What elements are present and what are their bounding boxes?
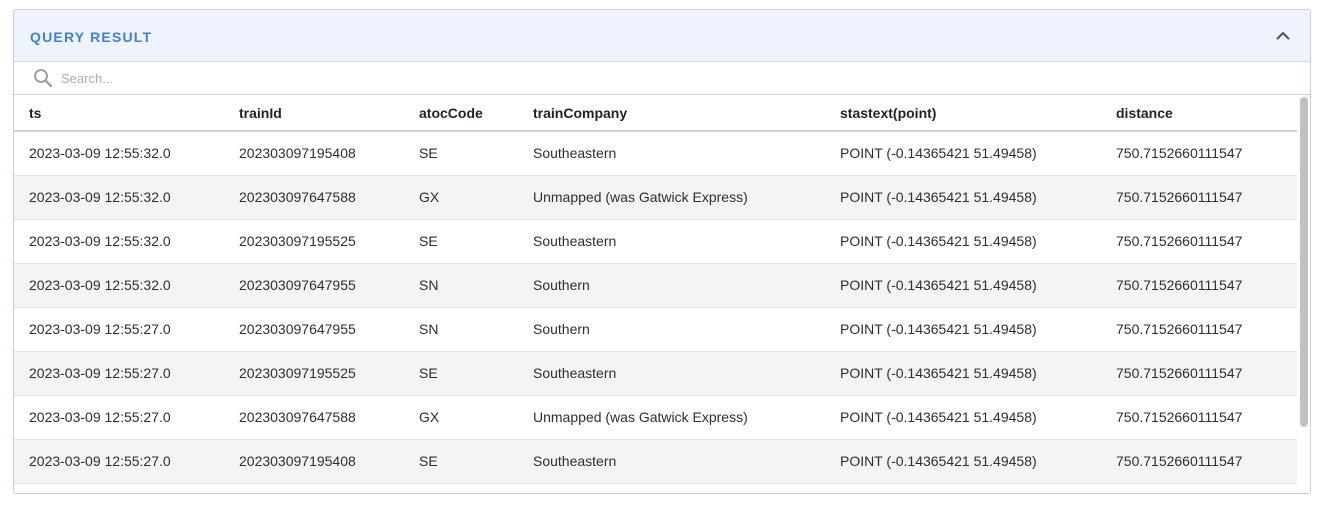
search-icon — [33, 68, 53, 88]
cell-traincompany: Southeastern — [518, 131, 825, 176]
table-row[interactable]: 2023-03-09 12:55:27.0 202303097647588 GX… — [14, 395, 1297, 440]
column-header-trainid[interactable]: trainId — [224, 95, 404, 132]
table-row[interactable]: 2023-03-09 12:55:32.0 202303097195408 SE… — [14, 131, 1297, 176]
cell-trainid: 202303097647588 — [224, 395, 404, 440]
table-row[interactable]: 2023-03-09 12:55:27.0 202303097195408 SE… — [14, 439, 1297, 484]
search-bar — [14, 62, 1310, 95]
cell-distance: 750.7152660111547 — [1101, 439, 1297, 484]
cell-atoccode: SE — [404, 219, 518, 264]
cell-trainid: 202303097647955 — [224, 263, 404, 308]
cell-atoccode: SE — [404, 131, 518, 176]
query-result-panel: QUERY RESULT Search... ts trainId atocCo… — [13, 9, 1311, 494]
cell-distance: 750.7152660111547 — [1101, 395, 1297, 440]
cell-atoccode: SN — [404, 263, 518, 308]
cell-stastext-point: POINT (-0.14365421 51.49458) — [825, 131, 1101, 176]
cell-trainid: 202303097647588 — [224, 175, 404, 220]
cell-trainid: 202303097195525 — [224, 219, 404, 264]
cell-trainid: 202303097647955 — [224, 307, 404, 352]
cell-atoccode: SN — [404, 307, 518, 352]
chevron-up-icon — [1276, 32, 1290, 40]
cell-distance: 750.7152660111547 — [1101, 131, 1297, 176]
table-row[interactable]: 2023-03-09 12:55:27.0 202303097195525 SE… — [14, 351, 1297, 396]
cell-ts: 2023-03-09 12:55:32.0 — [14, 131, 224, 176]
panel-title: QUERY RESULT — [30, 28, 153, 45]
cell-stastext-point: POINT (-0.14365421 51.49458) — [825, 263, 1101, 308]
table-header-row: ts trainId atocCode trainCompany stastex… — [14, 95, 1297, 132]
column-header-ts[interactable]: ts — [14, 95, 224, 132]
cell-ts: 2023-03-09 12:55:27.0 — [14, 307, 224, 352]
cell-distance: 750.7152660111547 — [1101, 263, 1297, 308]
panel-header[interactable]: QUERY RESULT — [14, 10, 1310, 62]
search-input[interactable] — [61, 70, 461, 86]
cell-traincompany: Southeastern — [518, 219, 825, 264]
cell-distance: 750.7152660111547 — [1101, 219, 1297, 264]
cell-distance: 750.7152660111547 — [1101, 351, 1297, 396]
cell-atoccode: GX — [404, 175, 518, 220]
cell-ts: 2023-03-09 12:55:27.0 — [14, 395, 224, 440]
cell-distance: 750.7152660111547 — [1101, 307, 1297, 352]
cell-atoccode: GX — [404, 395, 518, 440]
cell-distance: 750.7152660111547 — [1101, 175, 1297, 220]
cell-ts: 2023-03-09 12:55:32.0 — [14, 219, 224, 264]
results-table-container: ts trainId atocCode trainCompany stastex… — [14, 95, 1310, 493]
column-header-distance[interactable]: distance — [1101, 95, 1297, 132]
cell-ts: 2023-03-09 12:55:32.0 — [14, 263, 224, 308]
cell-traincompany: Southeastern — [518, 351, 825, 396]
column-header-atoccode[interactable]: atocCode — [404, 95, 518, 132]
table-row[interactable]: 2023-03-09 12:55:32.0 202303097647955 SN… — [14, 263, 1297, 308]
column-header-traincompany[interactable]: trainCompany — [518, 95, 825, 132]
cell-stastext-point: POINT (-0.14365421 51.49458) — [825, 395, 1101, 440]
cell-traincompany: Southern — [518, 307, 825, 352]
table-row[interactable]: 2023-03-09 12:55:27.0 202303097647955 SN… — [14, 307, 1297, 352]
cell-trainid: 202303097195525 — [224, 351, 404, 396]
cell-stastext-point: POINT (-0.14365421 51.49458) — [825, 175, 1101, 220]
cell-stastext-point: POINT (-0.14365421 51.49458) — [825, 439, 1101, 484]
vertical-scrollbar[interactable] — [1300, 97, 1308, 427]
cell-stastext-point: POINT (-0.14365421 51.49458) — [825, 351, 1101, 396]
cell-traincompany: Southern — [518, 263, 825, 308]
cell-trainid: 202303097195408 — [224, 131, 404, 176]
results-table: ts trainId atocCode trainCompany stastex… — [14, 95, 1297, 484]
collapse-button[interactable] — [1272, 25, 1294, 47]
cell-stastext-point: POINT (-0.14365421 51.49458) — [825, 307, 1101, 352]
cell-atoccode: SE — [404, 351, 518, 396]
cell-trainid: 202303097195408 — [224, 439, 404, 484]
cell-traincompany: Unmapped (was Gatwick Express) — [518, 175, 825, 220]
cell-traincompany: Southeastern — [518, 439, 825, 484]
cell-stastext-point: POINT (-0.14365421 51.49458) — [825, 219, 1101, 264]
column-header-stastext-point[interactable]: stastext(point) — [825, 95, 1101, 132]
cell-traincompany: Unmapped (was Gatwick Express) — [518, 395, 825, 440]
cell-ts: 2023-03-09 12:55:32.0 — [14, 175, 224, 220]
cell-ts: 2023-03-09 12:55:27.0 — [14, 439, 224, 484]
table-row[interactable]: 2023-03-09 12:55:32.0 202303097647588 GX… — [14, 175, 1297, 220]
cell-atoccode: SE — [404, 439, 518, 484]
table-row[interactable]: 2023-03-09 12:55:32.0 202303097195525 SE… — [14, 219, 1297, 264]
cell-ts: 2023-03-09 12:55:27.0 — [14, 351, 224, 396]
